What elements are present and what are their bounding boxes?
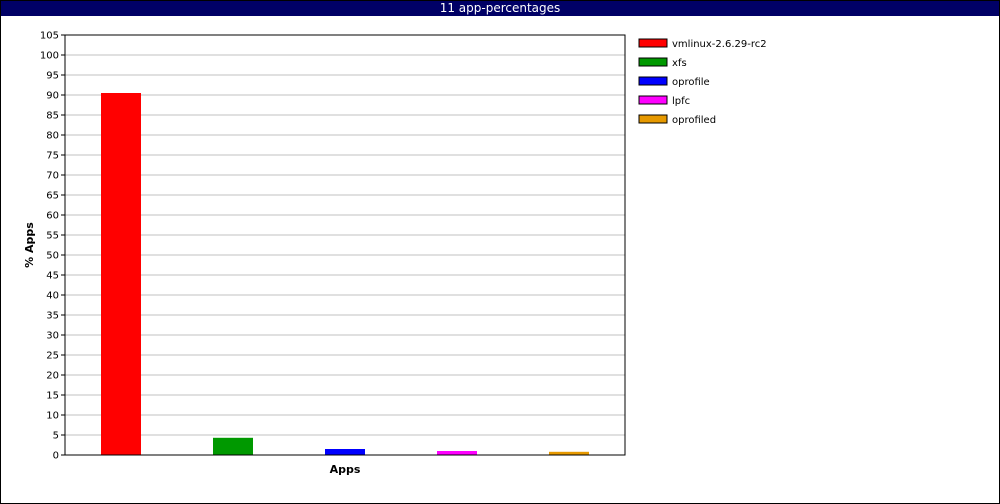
y-tick-label: 30 [46,331,59,342]
legend-swatch [638,57,668,67]
plot-frame [64,34,626,456]
legend-swatch [638,76,668,86]
y-tick-label: 90 [46,91,59,102]
legend-label: oprofiled [672,115,716,126]
legend-swatch [638,114,668,124]
bar-lpfc [437,451,477,455]
y-axis-title: % Apps [23,222,36,268]
bar-chart: 0 5 10 15 20 25 30 35 40 45 50 55 60 65 70 75 80 85 90 95 10… [23,31,767,477]
y-tick-label: 15 [46,391,59,402]
legend-swatch [638,95,668,105]
y-tick-label: 60 [46,211,59,222]
legend-swatch [638,38,668,48]
legend-label: oprofile [672,77,710,88]
y-tick-label: 105 [40,31,59,42]
y-tick-label: 85 [46,111,59,122]
y-tick-label: 40 [46,291,59,302]
y-tick-label: 75 [46,151,59,162]
y-tick-label: 0 [53,451,59,462]
bar-xfs [213,437,253,455]
y-tick-label: 80 [46,131,59,142]
x-axis-title: Apps [330,463,361,476]
y-tick-label: 65 [46,191,59,202]
legend-label: xfs [672,58,687,69]
y-tick-label: 20 [46,371,59,382]
y-tick-label: 50 [46,251,59,262]
bar-vmlinux-2.6.29-rc2 [101,93,141,455]
y-tick-label: 55 [46,231,59,242]
legend-label: lpfc [672,96,690,107]
y-tick-label: 25 [46,351,59,362]
y-tick-label: 95 [46,71,59,82]
y-tick-label: 45 [46,271,59,282]
bar-oprofile [325,449,365,455]
y-tick-label: 5 [53,431,59,442]
y-tick-label: 100 [40,51,59,62]
y-tick-label: 35 [46,311,59,322]
y-tick-label: 70 [46,171,59,182]
y-tick-label: 10 [46,411,59,422]
legend-label: vmlinux-2.6.29-rc2 [672,39,767,50]
